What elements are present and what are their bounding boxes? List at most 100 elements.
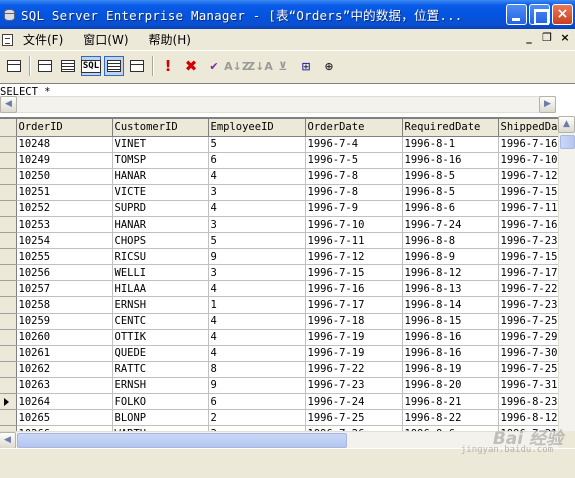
grid-cell[interactable]: 4 <box>208 313 306 330</box>
column-header[interactable]: OrderDate <box>305 119 403 137</box>
grid-cell[interactable]: 10252 <box>16 200 113 217</box>
grid-cell[interactable]: 1996-7-8 <box>305 184 403 201</box>
table-row[interactable]: 10262 RATTC 8 1996-7-22 1996-8-19 1996-7-25 <box>0 361 572 378</box>
row-selector[interactable] <box>0 280 17 298</box>
grid-cell[interactable]: FOLKO <box>112 393 209 411</box>
grid-cell[interactable]: ERNSH <box>112 296 209 314</box>
grid-cell[interactable]: 1996-7-24 <box>305 393 403 411</box>
grid-cell[interactable]: 10248 <box>16 136 113 153</box>
grid-cell[interactable]: 4 <box>208 329 306 346</box>
row-selector[interactable] <box>0 345 17 362</box>
maximize-button[interactable] <box>529 4 550 25</box>
sql-scroll-right-button[interactable]: ▶ <box>539 96 556 113</box>
grid-cell[interactable]: 3 <box>208 264 306 282</box>
table-row[interactable]: 10253 HANAR 3 1996-7-10 1996-7-24 1996-7-16 <box>0 216 572 234</box>
column-header[interactable]: OrderID <box>16 119 113 137</box>
table-row[interactable]: 10252 SUPRD 4 1996-7-9 1996-8-6 1996-7-11 <box>0 200 572 217</box>
table-row[interactable]: 10256 WELLI 3 1996-7-15 1996-8-12 1996-7-17 <box>0 264 572 282</box>
grid-cell[interactable]: 10256 <box>16 264 113 282</box>
grid-cell[interactable]: 3 <box>208 184 306 201</box>
grid-cell[interactable]: 1996-7-19 <box>305 329 403 346</box>
grid-cell[interactable]: 1996-8-1 <box>402 136 499 153</box>
column-header[interactable]: RequiredDate <box>402 119 499 137</box>
grid-cell[interactable]: CENTC <box>112 313 209 330</box>
grid-cell[interactable]: 6 <box>208 393 306 411</box>
grid-cell[interactable]: 1996-8-5 <box>402 184 499 201</box>
grid-cell[interactable]: 1996-8-5 <box>402 168 499 185</box>
grid-cell[interactable]: 1996-8-15 <box>402 313 499 330</box>
grid-cell[interactable]: 10259 <box>16 313 113 330</box>
column-header[interactable]: CustomerID <box>112 119 209 137</box>
grid-cell[interactable]: 1996-8-13 <box>402 280 499 298</box>
grid-cell[interactable]: 10265 <box>16 409 113 427</box>
properties-button[interactable] <box>4 56 24 76</box>
grid-cell[interactable]: 1996-8-16 <box>402 152 499 169</box>
grid-cell[interactable]: ERNSH <box>112 377 209 395</box>
grid-cell[interactable]: OTTIK <box>112 329 209 346</box>
grid-cell[interactable]: 10253 <box>16 216 113 234</box>
row-selector[interactable] <box>0 264 17 282</box>
grid-cell[interactable]: RATTC <box>112 361 209 378</box>
table-row[interactable]: 10263 ERNSH 9 1996-7-23 1996-8-20 1996-7-31 <box>0 377 572 395</box>
grid-cell[interactable]: 10261 <box>16 345 113 362</box>
row-selector[interactable] <box>0 361 17 378</box>
table-row[interactable]: 10264 FOLKO 6 1996-7-24 1996-8-21 1996-8-23 <box>0 393 572 411</box>
sort-ascending-button[interactable]: A↓Z <box>224 56 250 76</box>
row-selector[interactable] <box>0 248 17 266</box>
grid-cell[interactable]: 4 <box>208 168 306 185</box>
grid-cell[interactable]: 1996-8-12 <box>402 264 499 282</box>
grid-cell[interactable]: 9 <box>208 377 306 395</box>
grid-cell[interactable]: 10255 <box>16 248 113 266</box>
grid-cell[interactable]: 5 <box>208 232 306 250</box>
grid-cell[interactable]: RICSU <box>112 248 209 266</box>
verify-sql-button[interactable]: ✔ <box>204 56 224 76</box>
grid-cell[interactable]: 1996-7-8 <box>305 168 403 185</box>
grid-cell[interactable]: 1996-7-18 <box>305 313 403 330</box>
remove-filter-button[interactable]: ⊻ <box>273 56 293 76</box>
menu-file[interactable]: 文件(F) <box>17 31 69 48</box>
row-selector[interactable] <box>0 393 17 411</box>
table-row[interactable]: 10260 OTTIK 4 1996-7-19 1996-8-16 1996-7-29 <box>0 329 572 346</box>
show-diagram-pane-button[interactable] <box>35 56 55 76</box>
grid-cell[interactable]: 1996-7-16 <box>305 280 403 298</box>
vertical-scroll-thumb[interactable] <box>560 135 575 149</box>
grid-cell[interactable]: 4 <box>208 345 306 362</box>
grid-cell[interactable]: WELLI <box>112 264 209 282</box>
scroll-left-button[interactable]: ◀ <box>0 432 16 449</box>
grid-cell[interactable]: VINET <box>112 136 209 153</box>
row-selector[interactable] <box>0 296 17 314</box>
show-sql-pane-button[interactable]: SQL <box>80 56 102 76</box>
run-button[interactable]: ! <box>158 56 178 76</box>
sql-scroll-left-button[interactable]: ◀ <box>0 96 17 113</box>
table-row[interactable]: 10250 HANAR 4 1996-7-8 1996-8-5 1996-7-12 <box>0 168 572 185</box>
grid-cell[interactable]: 10264 <box>16 393 113 411</box>
grid-cell[interactable]: HILAA <box>112 280 209 298</box>
grid-cell[interactable]: 2 <box>208 409 306 427</box>
grid-cell[interactable]: 10249 <box>16 152 113 169</box>
grid-cell[interactable]: 10260 <box>16 329 113 346</box>
grid-cell[interactable]: 1996-7-24 <box>402 216 499 234</box>
grid-cell[interactable]: 1996-8-21 <box>402 393 499 411</box>
grid-vertical-scrollbar[interactable]: ▲ <box>558 116 575 431</box>
row-selector[interactable] <box>0 152 17 169</box>
grid-cell[interactable]: 1996-8-9 <box>402 248 499 266</box>
grid-cell[interactable]: 1 <box>208 296 306 314</box>
grid-cell[interactable]: SUPRD <box>112 200 209 217</box>
grid-cell[interactable]: CHOPS <box>112 232 209 250</box>
menu-window[interactable]: 窗口(W) <box>77 31 134 48</box>
grid-cell[interactable]: 1996-7-5 <box>305 152 403 169</box>
table-row[interactable]: 10251 VICTE 3 1996-7-8 1996-8-5 1996-7-15 <box>0 184 572 201</box>
grid-cell[interactable]: 10263 <box>16 377 113 395</box>
add-table-button[interactable]: ⊕ <box>319 56 339 76</box>
close-button[interactable]: × <box>552 4 573 25</box>
row-selector[interactable] <box>0 136 17 153</box>
grid-cell[interactable]: 1996-7-10 <box>305 216 403 234</box>
sort-descending-button[interactable]: Z↓A <box>247 56 273 76</box>
grid-cell[interactable]: 1996-7-12 <box>305 248 403 266</box>
grid-cell[interactable]: QUEDE <box>112 345 209 362</box>
cancel-query-button[interactable]: ✖ <box>181 56 201 76</box>
grid-cell[interactable]: 6 <box>208 152 306 169</box>
grid-cell[interactable]: 1996-7-4 <box>305 136 403 153</box>
scroll-up-button[interactable]: ▲ <box>558 116 575 133</box>
row-selector[interactable] <box>0 409 17 427</box>
